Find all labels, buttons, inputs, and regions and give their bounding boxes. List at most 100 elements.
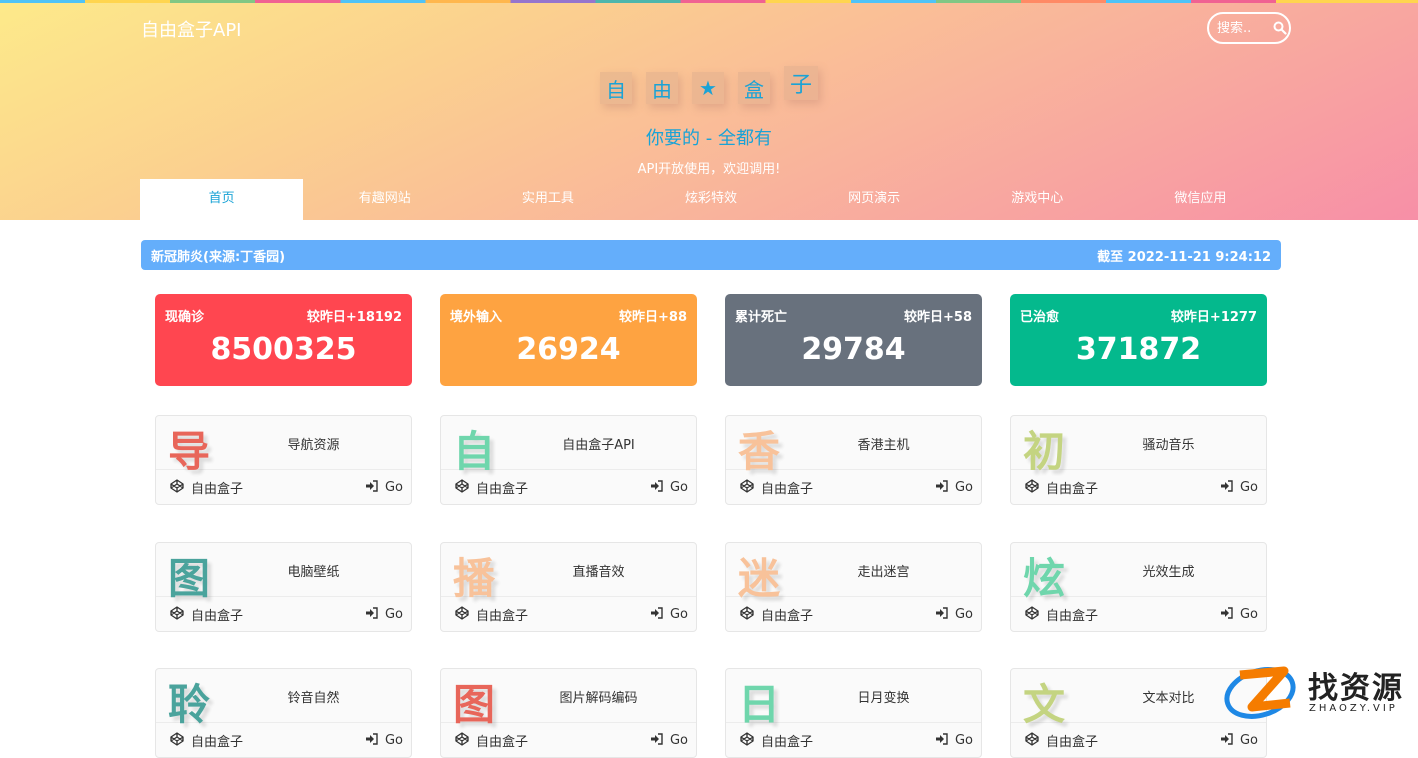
site-brand[interactable]: 自由盒子API xyxy=(141,16,241,42)
card-source: 自由盒子 xyxy=(191,735,244,750)
go-button[interactable]: Go xyxy=(365,732,403,749)
card-header: 初骚动音乐 xyxy=(1011,416,1266,476)
card-title[interactable]: 光效生成 xyxy=(1071,561,1266,580)
title-char: 由 xyxy=(646,72,678,104)
card-title[interactable]: 自由盒子API xyxy=(501,434,696,453)
tab-fun-sites[interactable]: 有趣网站 xyxy=(303,179,466,220)
go-button[interactable]: Go xyxy=(365,479,403,496)
app-card[interactable]: 图图片解码编码 自由盒子 Go xyxy=(440,668,697,758)
card-source: 自由盒子 xyxy=(191,609,244,624)
tab-demos[interactable]: 网页演示 xyxy=(793,179,956,220)
card-glyph: 导 xyxy=(168,427,211,476)
card-title[interactable]: 导航资源 xyxy=(216,434,411,453)
go-label: Go xyxy=(669,607,688,622)
codepen-icon xyxy=(740,731,754,750)
go-label: Go xyxy=(384,480,403,495)
star-icon: ★ xyxy=(692,72,724,104)
watermark-domain: ZHAOZY.VIP xyxy=(1309,703,1398,714)
go-button[interactable]: Go xyxy=(935,606,973,623)
tab-home[interactable]: 首页 xyxy=(140,179,304,220)
card-title[interactable]: 骚动音乐 xyxy=(1071,434,1266,453)
card-title[interactable]: 图片解码编码 xyxy=(501,687,696,706)
tab-tools[interactable]: 实用工具 xyxy=(466,179,629,220)
codepen-icon xyxy=(740,478,754,497)
stat-delta: 较昨日+88 xyxy=(619,310,687,325)
app-card[interactable]: 炫光效生成 自由盒子 Go xyxy=(1010,542,1267,632)
search-icon[interactable] xyxy=(1273,21,1287,35)
stat-card: 累计死亡 较昨日+58 29784 xyxy=(725,294,982,386)
watermark-logo-icon xyxy=(1224,666,1296,719)
sign-in-icon xyxy=(935,732,948,749)
stat-label: 累计死亡 xyxy=(735,310,788,325)
sign-in-icon xyxy=(935,479,948,496)
info-title: 新冠肺炎(来源:丁香园) xyxy=(151,249,286,265)
app-card[interactable]: 聆铃音自然 自由盒子 Go xyxy=(155,668,412,758)
card-source: 自由盒子 xyxy=(761,482,814,497)
go-button[interactable]: Go xyxy=(935,479,973,496)
go-label: Go xyxy=(954,733,973,748)
go-button[interactable]: Go xyxy=(650,606,688,623)
card-title[interactable]: 铃音自然 xyxy=(216,687,411,706)
card-glyph: 迷 xyxy=(738,554,781,603)
covid-info-bar: 新冠肺炎(来源:丁香园) 截至 2022-11-21 9:24:12 xyxy=(141,240,1281,270)
codepen-icon xyxy=(455,731,469,750)
go-button[interactable]: Go xyxy=(365,606,403,623)
go-label: Go xyxy=(669,733,688,748)
color-stripe xyxy=(0,0,1418,3)
card-source: 自由盒子 xyxy=(761,609,814,624)
card-header: 导导航资源 xyxy=(156,416,411,476)
app-card[interactable]: 日日月变换自由盒子 Go xyxy=(725,668,982,758)
search-box[interactable] xyxy=(1207,12,1291,44)
card-source: 自由盒子 xyxy=(761,735,814,750)
watermark-text: 找资源 xyxy=(1308,671,1404,706)
go-label: Go xyxy=(1239,607,1258,622)
slogan: 你要的 - 全都有 xyxy=(646,128,772,149)
stat-value: 26924 xyxy=(516,332,621,367)
main-nav: 首页 有趣网站 实用工具 炫彩特效 网页演示 游戏中心 微信应用 xyxy=(140,179,1282,220)
card-title[interactable]: 直播音效 xyxy=(501,561,696,580)
go-button[interactable]: Go xyxy=(1220,606,1258,623)
sub-slogan: API开放使用，欢迎调用! xyxy=(637,162,781,177)
sign-in-icon xyxy=(650,732,663,749)
card-glyph: 播 xyxy=(453,554,496,603)
card-source: 自由盒子 xyxy=(476,482,529,497)
search-input[interactable] xyxy=(1217,20,1265,36)
app-card[interactable]: 自自由盒子API 自由盒子 Go xyxy=(440,415,697,505)
go-button[interactable]: Go xyxy=(935,732,973,749)
card-header: 自自由盒子API xyxy=(441,416,696,476)
card-header: 日日月变换 xyxy=(726,669,981,729)
card-source: 自由盒子 xyxy=(1046,482,1099,497)
go-button[interactable]: Go xyxy=(650,732,688,749)
card-header: 香香港主机 xyxy=(726,416,981,476)
go-button[interactable]: Go xyxy=(1220,732,1258,749)
card-title[interactable]: 走出迷宫 xyxy=(786,561,981,580)
go-label: Go xyxy=(1239,480,1258,495)
card-source: 自由盒子 xyxy=(476,609,529,624)
card-source: 自由盒子 xyxy=(191,482,244,497)
card-source: 自由盒子 xyxy=(476,735,529,750)
tab-wechat[interactable]: 微信应用 xyxy=(1119,179,1282,220)
stat-card: 境外输入 较昨日+88 26924 xyxy=(440,294,697,386)
card-title[interactable]: 日月变换 xyxy=(786,687,981,706)
go-button[interactable]: Go xyxy=(650,479,688,496)
codepen-icon xyxy=(1025,478,1039,497)
app-card[interactable]: 图电脑壁纸自由盒子 Go xyxy=(155,542,412,632)
tab-games[interactable]: 游戏中心 xyxy=(956,179,1119,220)
app-card[interactable]: 导导航资源自由盒子 Go xyxy=(155,415,412,505)
app-card[interactable]: 迷走出迷宫自由盒子 Go xyxy=(725,542,982,632)
go-label: Go xyxy=(1239,733,1258,748)
app-card[interactable]: 播直播音效自由盒子 Go xyxy=(440,542,697,632)
codepen-icon xyxy=(170,478,184,497)
sign-in-icon xyxy=(365,479,378,496)
tab-effects[interactable]: 炫彩特效 xyxy=(629,179,792,220)
card-header: 迷走出迷宫 xyxy=(726,543,981,603)
go-button[interactable]: Go xyxy=(1220,479,1258,496)
card-glyph: 图 xyxy=(168,554,211,603)
stat-label: 境外输入 xyxy=(450,310,503,325)
codepen-icon xyxy=(170,731,184,750)
app-card[interactable]: 香香港主机自由盒子 Go xyxy=(725,415,982,505)
card-header: 图电脑壁纸 xyxy=(156,543,411,603)
app-card[interactable]: 初骚动音乐自由盒子 Go xyxy=(1010,415,1267,505)
card-title[interactable]: 电脑壁纸 xyxy=(216,561,411,580)
card-title[interactable]: 香港主机 xyxy=(786,434,981,453)
